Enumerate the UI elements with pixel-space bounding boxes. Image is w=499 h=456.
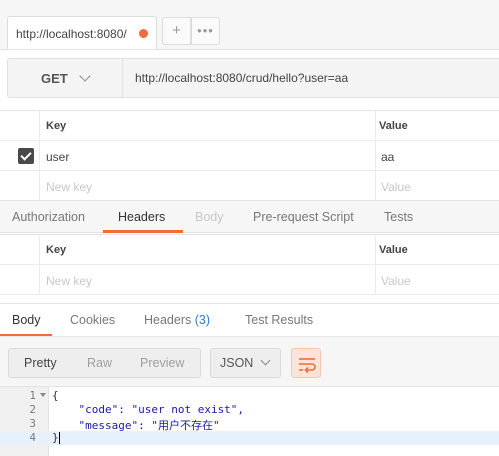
params-header-row: Key Value (0, 111, 499, 141)
request-section-tabs: Authorization Headers Body Pre-request S… (0, 200, 499, 233)
request-tab[interactable]: http://localhost:8080/ (7, 16, 157, 49)
value-column-header: Value (379, 120, 408, 132)
more-tabs-button[interactable]: ••• (191, 17, 220, 45)
method-label: GET (41, 71, 68, 86)
response-headers-count: (3) (194, 313, 211, 327)
new-key-input[interactable]: New key (46, 180, 92, 194)
line-number: 3 (29, 417, 36, 430)
param-enabled-checkbox[interactable] (18, 148, 34, 164)
code-line: 3 "message": "用户不存在" (0, 417, 499, 432)
url-bar: GET http://localhost:8080/crud/hello?use… (7, 58, 499, 98)
param-row: user aa (0, 141, 499, 171)
tab-body[interactable]: Body (195, 210, 224, 224)
code-text: { (52, 389, 59, 402)
tab-tests[interactable]: Tests (384, 210, 413, 224)
key-column-header: Key (46, 244, 67, 256)
param-new-row: New key Value (0, 171, 499, 201)
tab-authorization[interactable]: Authorization (12, 210, 85, 224)
text-cursor (59, 432, 60, 444)
new-value-input[interactable]: Value (381, 180, 411, 194)
key-column-header: Key (46, 120, 67, 132)
response-toolbar: Pretty Raw Preview JSON (0, 336, 499, 386)
format-label: JSON (220, 356, 254, 370)
line-number: 4 (29, 431, 36, 444)
tab-pre-request-script[interactable]: Pre-request Script (253, 210, 354, 224)
param-key[interactable]: user (46, 150, 69, 164)
response-headers-label: Headers (144, 313, 192, 327)
view-preview-button[interactable]: Preview (140, 356, 184, 370)
tab-response-body[interactable]: Body (12, 313, 41, 327)
response-tabs: Body Cookies Headers (3) Test Results (0, 303, 499, 337)
url-input[interactable]: http://localhost:8080/crud/hello?user=aa (135, 71, 348, 85)
headers-table: Key Value New key Value (0, 234, 499, 295)
code-text: "code": "user not exist", (52, 403, 245, 416)
line-number: 1 (29, 389, 36, 402)
tab-response-cookies[interactable]: Cookies (70, 313, 115, 327)
tab-test-results[interactable]: Test Results (245, 313, 313, 327)
response-body-editor[interactable]: 1 { 2 "code": "user not exist", 3 "messa… (0, 386, 499, 456)
param-value[interactable]: aa (381, 150, 394, 164)
method-select[interactable]: GET (8, 59, 123, 97)
format-select[interactable]: JSON (210, 348, 281, 378)
tab-headers[interactable]: Headers (118, 210, 165, 224)
code-text: } (52, 431, 59, 444)
value-column-header: Value (379, 244, 408, 256)
unsaved-dot-icon (139, 29, 148, 38)
line-number: 2 (29, 403, 36, 416)
wrap-lines-button[interactable] (291, 348, 321, 378)
new-key-input[interactable]: New key (46, 274, 92, 288)
tab-response-headers[interactable]: Headers (3) (144, 313, 210, 327)
new-value-input[interactable]: Value (381, 274, 411, 288)
code-line-current: 4 } (0, 431, 499, 445)
chevron-down-icon (260, 355, 271, 366)
active-tab-indicator (103, 230, 183, 233)
new-tab-button[interactable]: + (162, 17, 191, 45)
view-mode-segmented: Pretty Raw Preview (8, 348, 201, 378)
tab-strip: http://localhost:8080/ + ••• (0, 0, 499, 50)
headers-header-row: Key Value (0, 235, 499, 265)
code-line: 1 { (0, 389, 499, 403)
view-pretty-button[interactable]: Pretty (24, 356, 57, 370)
wrap-lines-icon (299, 358, 316, 374)
header-new-row: New key Value (0, 265, 499, 295)
request-tab-label: http://localhost:8080/ (16, 27, 127, 41)
params-table: Key Value user aa New key Value (0, 110, 499, 201)
code-line: 2 "code": "user not exist", (0, 403, 499, 417)
view-raw-button[interactable]: Raw (87, 356, 112, 370)
chevron-down-icon (79, 70, 91, 82)
fold-arrow-icon[interactable] (40, 393, 46, 397)
